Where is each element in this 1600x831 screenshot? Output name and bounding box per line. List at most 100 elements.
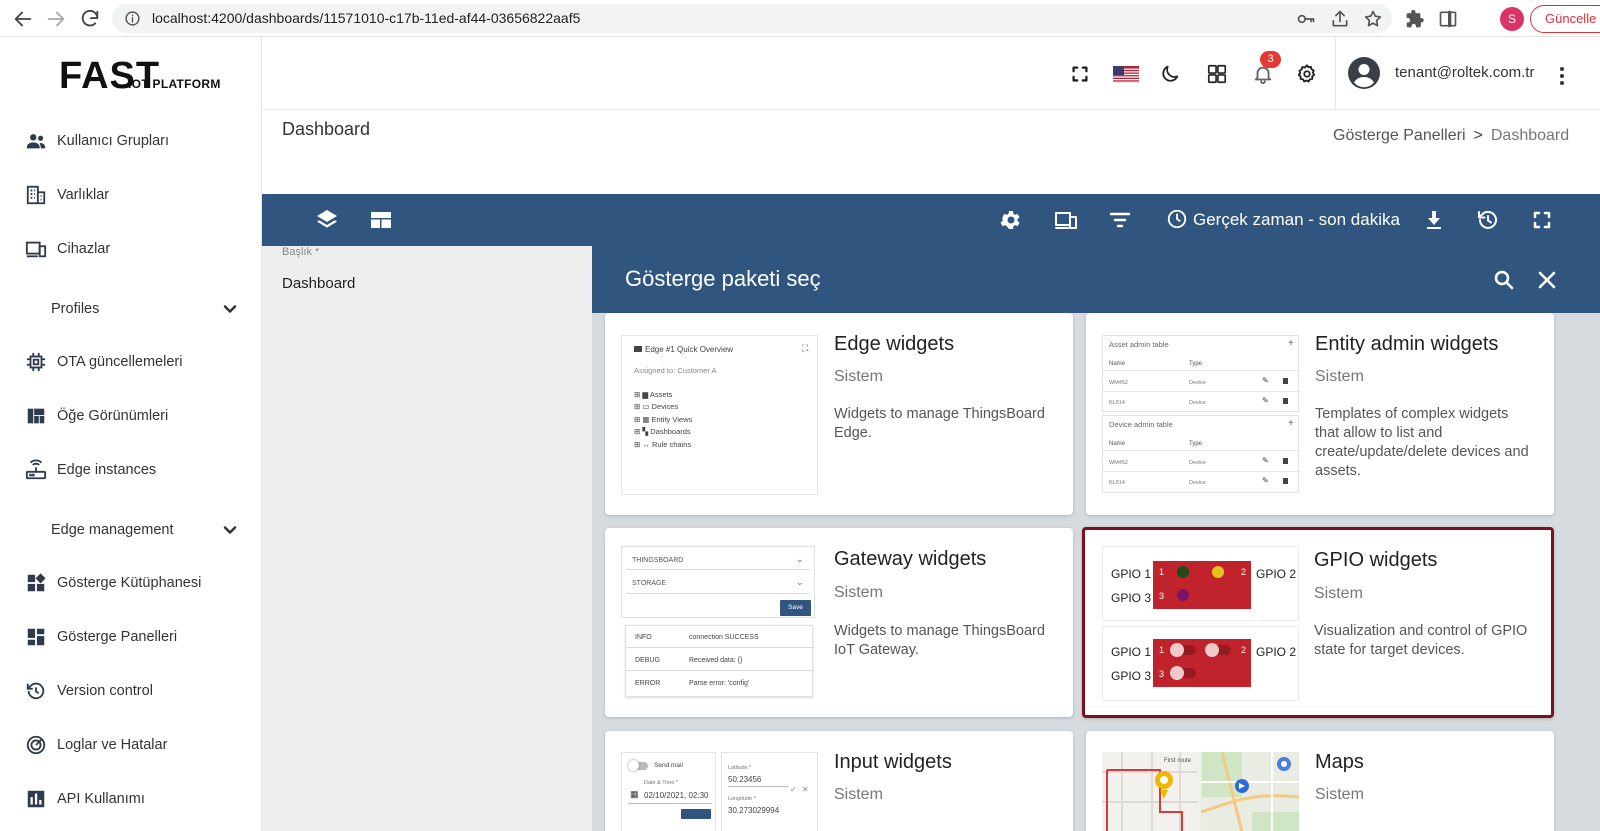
update-button[interactable]: Güncelle: [1530, 5, 1600, 33]
gpio-panel: 1 2 3: [1153, 561, 1251, 609]
sidebar-group-label: Edge management: [51, 522, 174, 538]
logo: FAST IOT PLATFORM: [59, 55, 220, 97]
sidebar-item-user-groups[interactable]: Kullanıcı Grupları: [0, 121, 262, 161]
fullscreen-icon[interactable]: [1530, 208, 1554, 232]
reload-icon[interactable]: [79, 8, 101, 30]
bundle-card-edge-widgets[interactable]: Edge #1 Quick Overview ⛶ Assigned to: Cu…: [605, 313, 1073, 515]
bundle-thumbnail: Asset admin table + Name Type WM452 Devi…: [1102, 335, 1300, 493]
devices-icon: [25, 238, 47, 260]
settings-gear-icon[interactable]: [1296, 63, 1318, 85]
bundle-description: Widgets to manage ThingsBoard IoT Gatewa…: [834, 623, 1045, 658]
apps-grid-icon[interactable]: [1206, 63, 1228, 85]
info-icon[interactable]: [124, 10, 141, 27]
thumb-map: First route: [1102, 752, 1299, 831]
bookmark-star-icon[interactable]: [1363, 9, 1383, 29]
devices-icon[interactable]: [1054, 208, 1078, 232]
bundle-title: Edge widgets: [834, 333, 955, 355]
sidebar-item-label: API Kullanımı: [57, 791, 145, 807]
sidebar-item-label: Gösterge Kütüphanesi: [57, 575, 202, 591]
thumb-edge-tree: ⊞ ▆ Assets ⊞ ▭ Devices ⊞ ▦ Entity Views …: [634, 390, 693, 449]
sidebar-item-widget-library[interactable]: Gösterge Kütüphanesi: [0, 563, 262, 603]
add-icon: +: [1288, 338, 1294, 349]
gpio-led-3: [1177, 589, 1189, 601]
fullscreen-icon: ⛶: [802, 343, 809, 353]
browser-profile-avatar[interactable]: S: [1500, 7, 1524, 31]
panel-header: Gösterge paketi seç: [592, 246, 1600, 313]
router-icon: [25, 459, 47, 481]
sidebar-item-devices[interactable]: Cihazlar: [0, 229, 262, 269]
sidebar-item-label: OTA güncellemeleri: [57, 354, 183, 370]
edit-icon: ✎: [1262, 456, 1269, 465]
sidebar-item-audit-logs[interactable]: Loglar ve Hatalar: [0, 725, 262, 765]
bundle-card-gateway-widgets[interactable]: THINGSBOARD ⌄ STORAGE ⌄ Save INFO connec…: [605, 528, 1073, 717]
dashboard-toolbar: Gerçek zaman - son dakika: [262, 194, 1600, 246]
edit-icon: ✎: [1262, 476, 1269, 485]
download-icon[interactable]: [1422, 208, 1446, 232]
bundle-card-maps[interactable]: First route Maps Sistem: [1086, 731, 1554, 831]
forward-icon[interactable]: [45, 8, 67, 30]
sidebar-item-label: Loglar ve Hatalar: [57, 737, 168, 753]
sidebar-item-version-control[interactable]: Version control: [0, 671, 262, 711]
chevron-down-icon: [220, 520, 240, 540]
bundle-title: GPIO widgets: [1314, 549, 1438, 571]
thumb-device-table: Device admin table + Name Type WM452 Dev…: [1102, 415, 1300, 493]
thumb-gpio-control: GPIO 1 GPIO 2 GPIO 3 1 2 3: [1102, 626, 1299, 701]
bundle-subtitle: Sistem: [834, 368, 883, 385]
key-icon[interactable]: [1296, 9, 1316, 29]
sidebar-item-ota-updates[interactable]: OTA güncellemeleri: [0, 342, 262, 382]
filter-icon[interactable]: [1108, 208, 1132, 232]
timewindow-label: Gerçek zaman - son dakika: [1193, 210, 1400, 229]
bundle-description: Widgets to manage ThingsBoard Edge.: [834, 406, 1045, 441]
gpio-switch-3: [1170, 666, 1184, 680]
widgets-icon: [25, 572, 47, 594]
bundle-description: Visualization and control of GPIO state …: [1314, 623, 1528, 658]
fullscreen-icon[interactable]: [1069, 63, 1091, 85]
layers-icon[interactable]: [315, 208, 339, 232]
dashboard-details: Başlık * Dashboard: [262, 246, 592, 831]
user-avatar-icon[interactable]: [1348, 57, 1380, 89]
bundle-title: Input widgets: [834, 751, 952, 773]
settings-gear-icon[interactable]: [999, 208, 1023, 232]
breadcrumb-parent[interactable]: Gösterge Panelleri: [1333, 127, 1466, 144]
sidebar-item-api-usage[interactable]: API Kullanımı: [0, 779, 262, 819]
notification-count-badge: 3: [1260, 51, 1281, 68]
extensions-icon[interactable]: [1405, 9, 1425, 29]
dark-mode-moon-icon[interactable]: [1159, 63, 1181, 85]
thumb-input-mail: Send mail Date & Time * ▦ 02/10/2021, 02…: [621, 752, 716, 831]
sidebar-item-label: Edge instances: [57, 462, 157, 478]
history-icon[interactable]: [1476, 208, 1500, 232]
sidebar-item-entity-views[interactable]: Öğe Görünümleri: [0, 396, 262, 436]
address-bar[interactable]: localhost:4200/dashboards/11571010-c17b-…: [112, 4, 1392, 33]
side-panel-icon[interactable]: [1438, 9, 1458, 29]
user-group-icon: [25, 130, 47, 152]
sidebar-group-profiles[interactable]: Profiles: [0, 289, 262, 329]
sidebar-item-edge-instances[interactable]: Edge instances: [0, 450, 262, 490]
user-email[interactable]: tenant@roltek.com.tr: [1395, 64, 1534, 81]
sidebar-item-dashboards[interactable]: Gösterge Panelleri: [0, 617, 262, 657]
share-icon[interactable]: [1330, 9, 1350, 29]
sidebar-item-assets[interactable]: Varlıklar: [0, 175, 262, 215]
more-vert-icon[interactable]: [1555, 65, 1569, 87]
bundle-title: Entity admin widgets: [1315, 333, 1499, 355]
bundle-card-entity-admin-widgets[interactable]: Asset admin table + Name Type WM452 Devi…: [1086, 313, 1554, 515]
chevron-down-icon: ⌄: [796, 577, 804, 587]
close-icon[interactable]: [1535, 268, 1559, 292]
title-field-value[interactable]: Dashboard: [282, 275, 355, 292]
back-icon[interactable]: [12, 8, 34, 30]
sidebar-item-label: Kullanıcı Grupları: [57, 133, 170, 149]
bundle-subtitle: Sistem: [834, 786, 883, 803]
bundle-card-gpio-widgets[interactable]: GPIO 1 GPIO 2 GPIO 3 1 2 3 GPIO 1 GPIO 2…: [1082, 527, 1554, 718]
thumb-map-route-label: First route: [1164, 758, 1192, 764]
browser-toolbar: localhost:4200/dashboards/11571010-c17b-…: [0, 0, 1600, 37]
edit-icon: ✎: [1262, 376, 1269, 385]
us-flag-icon[interactable]: [1113, 66, 1139, 83]
header-divider: [1335, 37, 1336, 110]
bundle-card-input-widgets[interactable]: Send mail Date & Time * ▦ 02/10/2021, 02…: [605, 731, 1073, 831]
layout-icon[interactable]: [369, 208, 393, 232]
select-widget-bundle-panel: Gösterge paketi seç Edge #1 Quick Overvi…: [592, 246, 1600, 831]
search-icon[interactable]: [1492, 268, 1516, 292]
sidebar-group-edge-management[interactable]: Edge management: [0, 510, 262, 550]
chevron-down-icon: [220, 299, 240, 319]
bundle-subtitle: Sistem: [834, 584, 883, 601]
dashboard-icon: [25, 626, 47, 648]
